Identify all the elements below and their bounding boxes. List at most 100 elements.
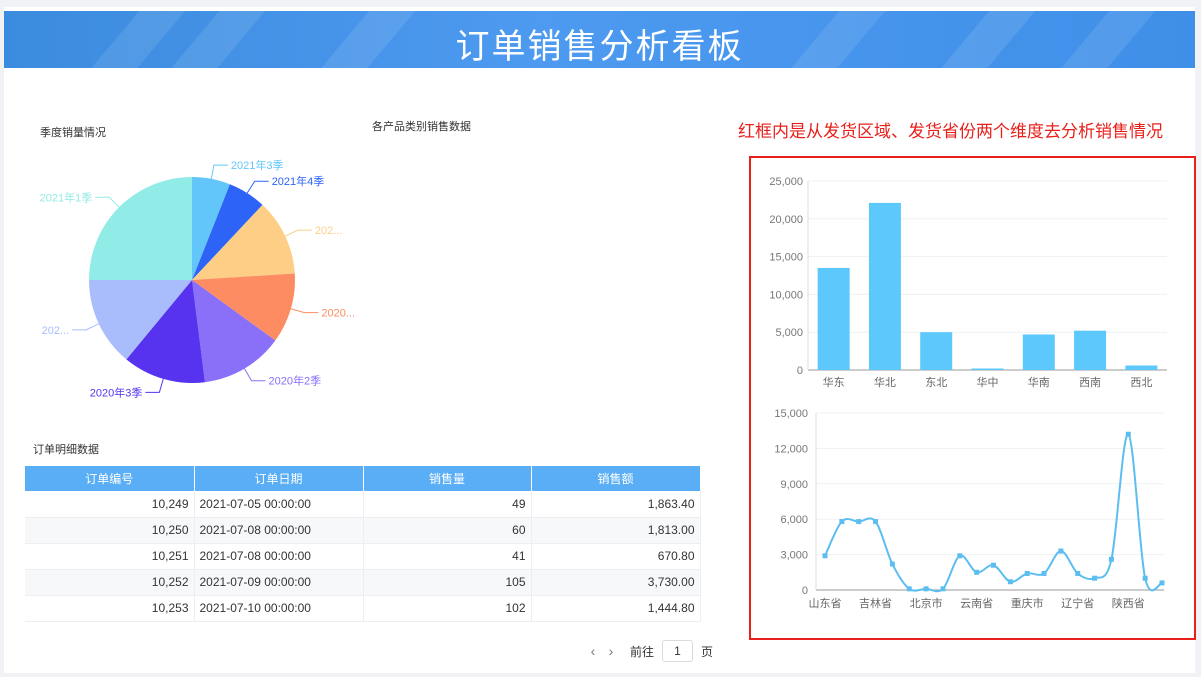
- table-row[interactable]: 10,251 2021-07-08 00:00:00 41 670.80: [25, 543, 701, 570]
- cell-amount: 1,813.00: [531, 517, 701, 544]
- line-point[interactable]: [906, 586, 912, 592]
- line-point[interactable]: [1125, 431, 1131, 437]
- bar-x-tick-label: 华中: [977, 375, 999, 389]
- treemap-cell[interactable]: 肉/家禽: [545, 354, 662, 411]
- pie-leader-line: [284, 229, 312, 237]
- column-header[interactable]: 销售量: [363, 466, 532, 491]
- line-point[interactable]: [839, 519, 845, 525]
- bar-y-tick-label: 25,000: [769, 176, 803, 188]
- line-point[interactable]: [1024, 570, 1030, 576]
- line-x-tick-label: 重庆市: [1011, 596, 1044, 610]
- line-point[interactable]: [923, 586, 929, 592]
- column-header[interactable]: 订单日期: [194, 466, 364, 491]
- bar[interactable]: [971, 368, 1004, 370]
- line-point[interactable]: [957, 553, 963, 559]
- line-point[interactable]: [1142, 575, 1148, 581]
- pagination: ‹ › 前往 1 页: [588, 640, 713, 662]
- line-point[interactable]: [991, 562, 996, 568]
- cell-quantity: 105: [363, 569, 532, 596]
- line-point[interactable]: [1075, 570, 1081, 576]
- treemap-label: 饮料: [450, 201, 470, 212]
- cell-order-id: 10,252: [25, 569, 195, 596]
- bar[interactable]: [1022, 334, 1055, 370]
- treemap-cell[interactable]: 日用品: [375, 250, 545, 336]
- cell-order-id: 10,249: [25, 491, 195, 518]
- treemap-cell[interactable]: 谷类/麦片: [545, 291, 662, 354]
- table-title: 订单明细数据: [33, 444, 99, 456]
- line-y-tick-label: 0: [802, 585, 808, 597]
- line-point[interactable]: [1159, 580, 1165, 586]
- line-point[interactable]: [1041, 570, 1047, 576]
- line-x-tick-label: 辽宁省: [1061, 596, 1094, 610]
- cell-amount: 670.80: [531, 543, 701, 570]
- cell-order-date: 2021-07-08 00:00:00: [194, 517, 364, 544]
- bar-x-tick-label: 东北: [925, 376, 947, 389]
- line-point[interactable]: [1108, 556, 1114, 562]
- bar[interactable]: [1125, 365, 1158, 370]
- cell-amount: 1,444.80: [531, 595, 701, 622]
- line-point[interactable]: [873, 519, 879, 525]
- column-header[interactable]: 订单编号: [25, 466, 195, 491]
- table-row[interactable]: 10,249 2021-07-05 00:00:00 49 1,863.40: [25, 491, 701, 518]
- treemap-cell[interactable]: 调味品: [638, 159, 702, 291]
- cell-quantity: 49: [363, 491, 532, 518]
- line-y-tick-label: 3,000: [780, 550, 808, 562]
- line-point[interactable]: [1092, 575, 1098, 581]
- page-suffix: 页: [701, 644, 714, 659]
- bar-x-tick-label: 华北: [874, 375, 896, 389]
- prev-page-icon[interactable]: ‹: [588, 643, 598, 659]
- line-x-tick-label: 北京市: [910, 596, 943, 610]
- treemap-label: 肉/家禽: [587, 379, 620, 390]
- pie-label: 2020年3季: [90, 385, 143, 399]
- line-point[interactable]: [856, 519, 862, 525]
- next-page-icon[interactable]: ›: [606, 643, 616, 659]
- pie-label: 2021年3季: [231, 158, 284, 172]
- pie-label: 202...: [42, 325, 70, 337]
- treemap-label: 调味品: [655, 221, 685, 233]
- line-point[interactable]: [974, 569, 980, 575]
- bar-x-tick-label: 华南: [1028, 375, 1050, 389]
- column-header[interactable]: 销售额: [531, 466, 701, 491]
- cell-order-date: 2021-07-08 00:00:00: [194, 543, 364, 570]
- bar[interactable]: [1074, 330, 1107, 370]
- line-point[interactable]: [940, 586, 946, 592]
- line-x-tick-label: 吉林省: [859, 596, 892, 610]
- line-x-tick-label: 山东省: [809, 597, 842, 610]
- line-y-tick-label: 15,000: [774, 408, 808, 420]
- line-point[interactable]: [822, 553, 828, 559]
- bar[interactable]: [868, 202, 901, 370]
- pie-slice[interactable]: [89, 177, 192, 280]
- dashboard-header: 订单销售分析看板: [4, 11, 1195, 68]
- pie-leader-line: [72, 323, 100, 331]
- bar[interactable]: [920, 332, 953, 370]
- treemap-label: 谷类/麦片: [582, 319, 625, 330]
- pie-label: 202...: [315, 225, 343, 237]
- bar[interactable]: [817, 267, 850, 370]
- pie-label: 2021年1季: [40, 190, 93, 204]
- pie-label: 2020年2季: [269, 374, 322, 388]
- line-y-tick-label: 9,000: [780, 479, 808, 491]
- bar-y-tick-label: 10,000: [769, 289, 803, 301]
- line-point[interactable]: [889, 561, 895, 567]
- cell-order-id: 10,251: [25, 543, 195, 570]
- bar-y-tick-label: 20,000: [769, 214, 803, 226]
- line-point[interactable]: [1007, 579, 1013, 585]
- treemap-cell[interactable]: 海鲜: [545, 159, 638, 291]
- table-row[interactable]: 10,253 2021-07-10 00:00:00 102 1,444.80: [25, 595, 701, 622]
- treemap-label: 日用品: [445, 289, 475, 301]
- pie-leader-line: [145, 378, 164, 393]
- order-detail-table: 订单编号 订单日期 销售量 销售额 10,249 2021-07-05 00:0…: [25, 466, 701, 622]
- treemap-cell[interactable]: 点心: [375, 336, 545, 411]
- table-row[interactable]: 10,250 2021-07-08 00:00:00 60 1,813.00: [25, 517, 701, 544]
- line-point[interactable]: [1058, 548, 1064, 554]
- line-x-tick-label: 陕西省: [1112, 596, 1145, 610]
- pie-leader-line: [95, 196, 120, 208]
- bar-x-tick-label: 西北: [1130, 376, 1152, 389]
- pie-chart: 2021年3季 2021年4季 202... 2020... 2020年2季 2020年3…: [40, 158, 355, 399]
- page-number-input[interactable]: 1: [662, 640, 694, 662]
- region-bar-chart: 0 5,000 10,000 15,000 20,000 25,000 华东 华北 东北 华中 华南…: [769, 176, 1167, 389]
- treemap-title: 各产品类别销售数据: [372, 121, 471, 133]
- treemap-cell[interactable]: 饮料: [375, 159, 545, 250]
- treemap-cell[interactable]: 特制...: [662, 291, 702, 411]
- table-row[interactable]: 10,252 2021-07-09 00:00:00 105 3,730.00: [25, 569, 701, 596]
